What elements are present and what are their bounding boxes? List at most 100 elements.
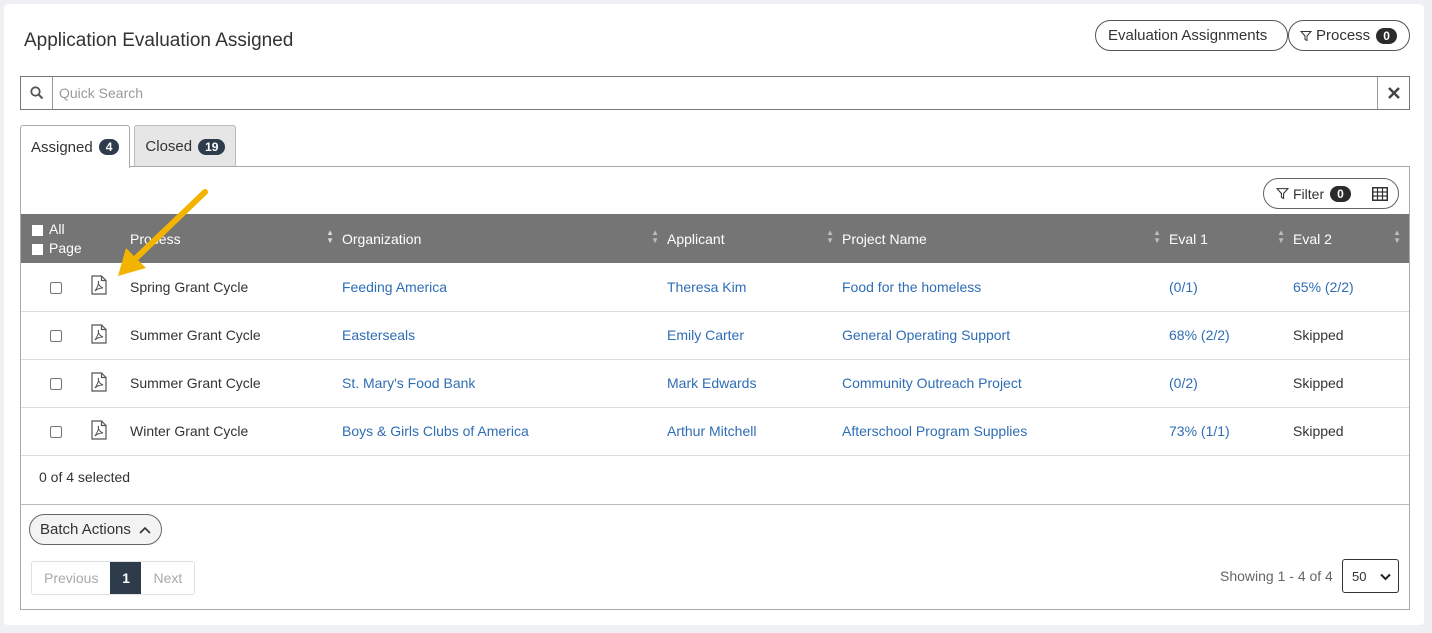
status-tabs: Assigned 4 Closed 19 <box>20 125 240 168</box>
clear-search-icon[interactable] <box>1377 77 1409 109</box>
organization-link[interactable]: Boys & Girls Clubs of America <box>342 423 529 439</box>
filter-label: Filter <box>1293 185 1325 202</box>
project-link[interactable]: General Operating Support <box>842 327 1010 343</box>
process-cell: Spring Grant Cycle <box>130 278 249 295</box>
sort-icon: ▲ ▼ <box>326 228 334 245</box>
column-label-applicant: Applicant <box>667 230 725 247</box>
selection-count: 0 of 4 selected <box>39 469 131 485</box>
chevron-up-icon <box>139 526 151 534</box>
column-header-organization[interactable]: Organization ▲ ▼ <box>342 214 667 263</box>
column-label-organization: Organization <box>342 230 422 247</box>
process-cell: Winter Grant Cycle <box>130 423 249 439</box>
column-label-eval-2: Eval 2 <box>1293 230 1332 247</box>
funnel-icon <box>1300 30 1312 42</box>
tab-assigned-label: Assigned <box>31 138 93 156</box>
pdf-column-header <box>91 214 130 263</box>
process-label: Process <box>1316 27 1371 44</box>
column-header-eval-2[interactable]: Eval 2 ▲ ▼ <box>1293 214 1409 263</box>
funnel-icon <box>1276 187 1289 200</box>
sort-icon: ▲ ▼ <box>651 228 659 245</box>
project-link[interactable]: Food for the homeless <box>842 279 981 295</box>
pdf-icon[interactable] <box>91 323 107 344</box>
eval-2-link[interactable]: 65% (2/2) <box>1293 279 1354 295</box>
tab-assigned[interactable]: Assigned 4 <box>20 125 131 168</box>
column-header-applicant[interactable]: Applicant ▲ ▼ <box>667 214 842 263</box>
page-title: Application Evaluation Assigned <box>24 30 294 51</box>
batch-actions-button[interactable]: Batch Actions <box>29 514 162 545</box>
process-count-badge: 0 <box>1376 27 1397 44</box>
eval-1-link[interactable]: 68% (2/2) <box>1169 327 1230 343</box>
select-page-label: Page <box>49 240 82 256</box>
row-checkbox[interactable] <box>50 426 62 439</box>
column-grid-icon[interactable] <box>1362 186 1398 201</box>
chevron-down-icon <box>1380 569 1391 584</box>
table-row: Winter Grant Cycle Boys & Girls Clubs of… <box>21 407 1409 455</box>
organization-link[interactable]: Easterseals <box>342 327 415 343</box>
table-header-row: All Page Process ▲ ▼ Organization ▲ ▼ Appl… <box>21 214 1409 263</box>
page-size-select[interactable]: 50 <box>1342 559 1399 593</box>
process-filter-button[interactable]: Process 0 <box>1288 20 1410 51</box>
eval-2-cell: Skipped <box>1293 327 1344 343</box>
sort-icon: ▲ ▼ <box>1277 228 1285 245</box>
process-cell: Summer Grant Cycle <box>130 327 261 343</box>
sort-icon: ▲ ▼ <box>826 228 834 245</box>
evaluations-table: All Page Process ▲ ▼ Organization ▲ ▼ Appl… <box>21 214 1409 456</box>
table-row: Summer Grant Cycle St. Mary's Food Bank … <box>21 359 1409 407</box>
pdf-icon[interactable] <box>91 275 107 295</box>
current-page-button[interactable]: 1 <box>110 562 142 594</box>
pdf-icon[interactable] <box>91 419 107 440</box>
select-all-checkbox[interactable]: All <box>32 221 91 237</box>
pdf-icon[interactable] <box>91 371 107 392</box>
tab-closed-label: Closed <box>145 138 193 155</box>
applicant-link[interactable]: Emily Carter <box>667 327 744 343</box>
sort-icon: ▲ ▼ <box>1153 228 1161 245</box>
applicant-link[interactable]: Arthur Mitchell <box>667 423 756 439</box>
process-cell: Summer Grant Cycle <box>130 375 261 391</box>
eval-1-link[interactable]: 73% (1/1) <box>1169 423 1230 439</box>
previous-page-button[interactable]: Previous <box>32 562 110 594</box>
organization-link[interactable]: St. Mary's Food Bank <box>342 375 475 391</box>
search-icon <box>21 77 53 109</box>
project-link[interactable]: Afterschool Program Supplies <box>842 423 1027 439</box>
main-card: Application Evaluation Assigned Evaluati… <box>4 4 1424 625</box>
eval-2-cell: Skipped <box>1293 423 1344 439</box>
column-header-eval-1[interactable]: Eval 1 ▲ ▼ <box>1169 214 1293 263</box>
organization-link[interactable]: Feeding America <box>342 279 447 295</box>
quick-search-bar <box>20 76 1410 110</box>
tab-closed[interactable]: Closed 19 <box>134 125 237 167</box>
table-row: Spring Grant Cycle Feeding America There… <box>21 263 1409 311</box>
row-checkbox[interactable] <box>50 378 62 391</box>
select-all-header: All Page <box>21 214 91 263</box>
table-row: Summer Grant Cycle Easterseals Emily Car… <box>21 311 1409 359</box>
select-all-label: All <box>49 221 65 237</box>
evaluation-assignments-button[interactable]: Evaluation Assignments <box>1095 20 1288 51</box>
sort-icon: ▲ ▼ <box>1393 228 1401 245</box>
pagination: Previous 1 Next <box>31 561 196 595</box>
row-checkbox[interactable] <box>50 330 62 343</box>
column-header-project-name[interactable]: Project Name ▲ ▼ <box>842 214 1169 263</box>
showing-range: Showing 1 - 4 of 4 <box>1220 568 1333 584</box>
column-label-process: Process <box>130 230 181 247</box>
applicant-link[interactable]: Theresa Kim <box>667 279 746 295</box>
column-header-process[interactable]: Process ▲ ▼ <box>130 214 342 263</box>
column-label-eval-1: Eval 1 <box>1169 230 1208 247</box>
select-page-checkbox[interactable]: Page <box>32 240 91 256</box>
project-link[interactable]: Community Outreach Project <box>842 375 1022 391</box>
page-size-value: 50 <box>1352 568 1367 584</box>
filter-count-badge: 0 <box>1330 185 1351 202</box>
divider <box>21 504 1409 505</box>
quick-search-input[interactable] <box>53 77 1377 109</box>
table-filter-button[interactable]: Filter 0 <box>1264 185 1362 202</box>
row-checkbox[interactable] <box>50 282 62 295</box>
eval-2-cell: Skipped <box>1293 375 1344 391</box>
column-label-project-name: Project Name <box>842 230 927 247</box>
results-panel: Filter 0 All Page Process ▲ ▼ Organizati… <box>20 166 1410 610</box>
tab-assigned-count: 4 <box>98 139 120 155</box>
eval-1-link[interactable]: (0/2) <box>1169 375 1198 391</box>
applicant-link[interactable]: Mark Edwards <box>667 375 756 391</box>
tab-closed-count: 19 <box>198 138 226 155</box>
evaluation-assignments-label: Evaluation Assignments <box>1108 27 1268 44</box>
next-page-button[interactable]: Next <box>141 562 194 594</box>
eval-1-link[interactable]: (0/1) <box>1169 279 1198 295</box>
batch-actions-label: Batch Actions <box>40 521 131 538</box>
